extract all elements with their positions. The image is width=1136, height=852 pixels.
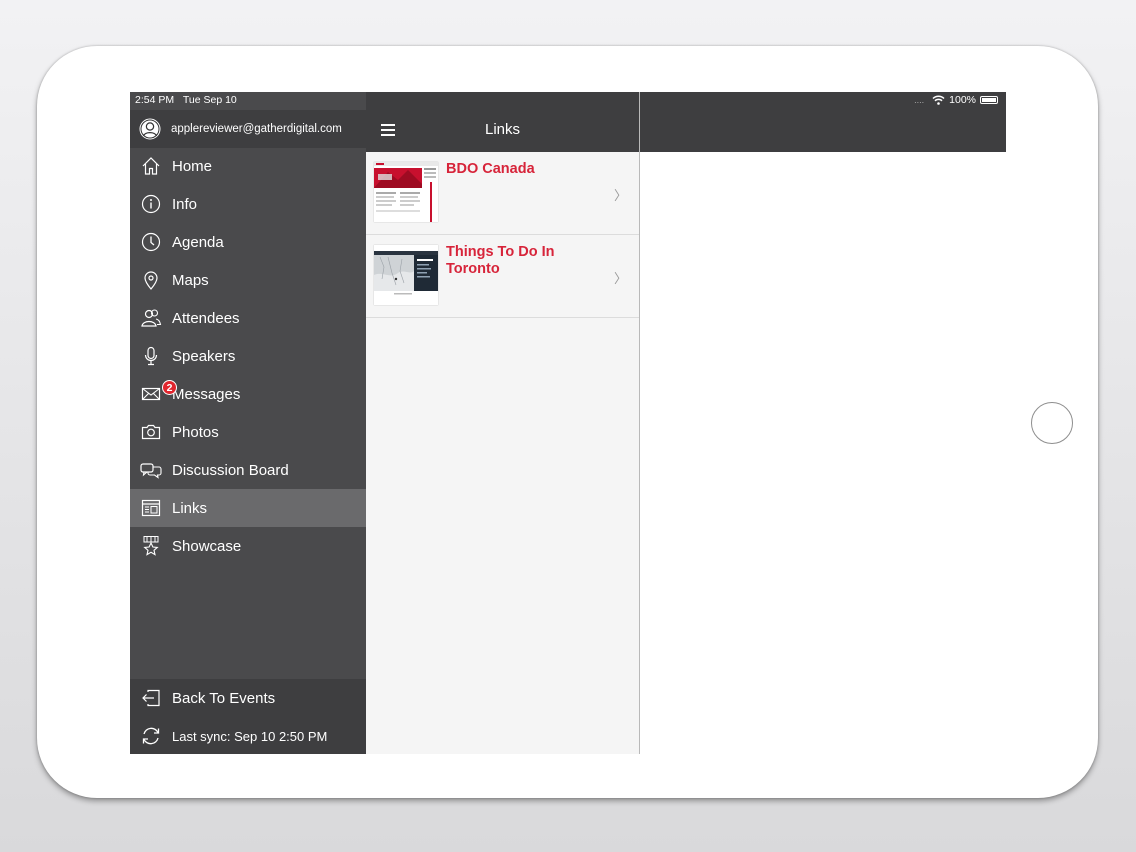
sidebar-item-photos[interactable]: Photos: [130, 413, 366, 451]
sidebar-menu: Home Info Agenda Maps Attendees Speakers…: [130, 147, 366, 565]
back-to-events-label: Back To Events: [172, 689, 276, 707]
sidebar-item-showcase[interactable]: Showcase: [130, 527, 366, 565]
toronto-map-thumbnail: [374, 245, 438, 305]
chat-bubbles-icon: [140, 459, 162, 481]
sync-icon: [140, 725, 162, 747]
links-header: Links: [366, 92, 639, 152]
sidebar-item-label: Photos: [172, 423, 219, 441]
list-item-bdo-canada[interactable]: BDO Canada 〉: [366, 152, 639, 235]
list-item-things-to-do-toronto[interactable]: Things To Do In Toronto 〉: [366, 235, 639, 318]
home-button[interactable]: [1031, 402, 1073, 444]
sidebar-item-links[interactable]: Links: [130, 489, 366, 527]
sidebar-item-label: Speakers: [172, 347, 236, 365]
sidebar-item-label: Info: [172, 195, 198, 213]
sidebar-item-messages[interactable]: 2 Messages: [130, 375, 366, 413]
sidebar-item-attendees[interactable]: Attendees: [130, 299, 366, 337]
microphone-icon: [140, 345, 162, 367]
link-title: Things To Do In Toronto: [446, 244, 555, 277]
user-avatar-icon: [139, 118, 161, 140]
exit-arrow-icon: [140, 687, 162, 709]
sidebar: applereviewer@gatherdigital.com Home Inf…: [130, 92, 366, 754]
sidebar-item-label: Maps: [172, 271, 209, 289]
status-time: 2:54 PM Tue Sep 10: [135, 94, 237, 106]
battery-percent: 100%: [949, 94, 976, 106]
map-pin-icon: [140, 269, 162, 291]
sync-status[interactable]: Last sync: Sep 10 2:50 PM: [130, 717, 366, 754]
wifi-icon: [932, 95, 945, 105]
battery-icon: [980, 96, 998, 104]
sidebar-footer: Back To Events Last sync: Sep 10 2:50 PM: [130, 679, 366, 754]
sidebar-item-speakers[interactable]: Speakers: [130, 337, 366, 375]
sidebar-item-label: Home: [172, 157, 213, 175]
envelope-icon: 2: [140, 380, 177, 405]
user-profile-row[interactable]: applereviewer@gatherdigital.com: [130, 110, 366, 148]
browser-window-icon: [140, 497, 162, 519]
back-to-events-button[interactable]: Back To Events: [130, 679, 366, 717]
sidebar-item-home[interactable]: Home: [130, 147, 366, 185]
links-panel: Links BDO Canada 〉 Things To Do In Toron…: [366, 92, 640, 754]
sidebar-item-discussion-board[interactable]: Discussion Board: [130, 451, 366, 489]
chevron-right-icon: 〉: [613, 271, 627, 286]
sidebar-item-label: Links: [172, 499, 208, 517]
links-list: BDO Canada 〉 Things To Do In Toronto 〉: [366, 152, 639, 318]
camera-icon: [140, 421, 162, 443]
last-sync-label: Last sync: Sep 10 2:50 PM: [172, 728, 328, 744]
sidebar-item-agenda[interactable]: Agenda: [130, 223, 366, 261]
unread-badge: 2: [162, 380, 177, 395]
sidebar-item-maps[interactable]: Maps: [130, 261, 366, 299]
link-title: BDO Canada: [446, 161, 535, 177]
bdo-website-thumbnail: [374, 162, 438, 222]
signal-icon: ....: [914, 95, 925, 105]
clock-icon: [140, 231, 162, 253]
app-screen: 2:54 PM Tue Sep 10 .... 100% applereview…: [130, 92, 1006, 754]
people-icon: [140, 307, 162, 329]
chevron-right-icon: 〉: [613, 188, 627, 203]
sidebar-item-info[interactable]: Info: [130, 185, 366, 223]
home-icon: [140, 155, 162, 177]
sidebar-item-label: Attendees: [172, 309, 240, 327]
sidebar-item-label: Showcase: [172, 537, 242, 555]
sidebar-item-label: Discussion Board: [172, 461, 289, 479]
user-email: applereviewer@gatherdigital.com: [171, 123, 342, 135]
page-title: Links: [484, 121, 521, 138]
status-indicators: .... 100%: [914, 94, 998, 106]
star-badge-icon: [140, 535, 162, 557]
sidebar-item-label: Agenda: [172, 233, 224, 251]
detail-panel: [640, 92, 1006, 754]
sidebar-item-label: Messages: [172, 385, 241, 403]
info-icon: [140, 193, 162, 215]
